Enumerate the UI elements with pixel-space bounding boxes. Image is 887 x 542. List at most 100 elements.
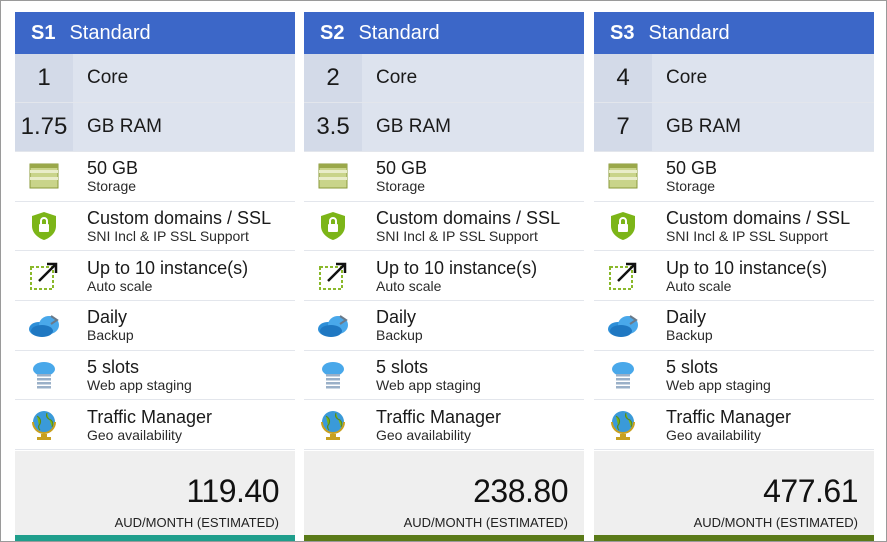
cores-value: 1 [15,54,73,102]
feature-text: Up to 10 instance(s) Auto scale [362,258,537,294]
tier-code: S1 [31,21,56,44]
cores-label: Core [666,67,708,88]
feature-title: 50 GB [666,158,718,179]
tier-footer-bar [304,535,584,541]
tier-name: Standard [648,21,730,44]
feature-row: 5 slots Web app staging [594,350,874,401]
feature-title: 5 slots [666,357,719,378]
feature-subtitle: Storage [666,178,716,195]
feature-subtitle: Storage [376,178,426,195]
feature-row: Up to 10 instance(s) Auto scale [594,251,874,302]
ram-value: 7 [594,103,652,151]
feature-text: Up to 10 instance(s) Auto scale [652,258,827,294]
ssl-shield-icon [304,202,362,251]
feature-text: 5 slots Web app staging [73,357,192,393]
feature-text: Custom domains / SSL SNI Incl & IP SSL Su… [362,208,560,244]
tier-card-s1[interactable]: S1 Standard 1 Core 1.75 GB RAM 50 GB Stor… [15,12,295,541]
price-unit: AUD/MONTH (ESTIMATED) [114,515,279,530]
feature-text: Traffic Manager Geo availability [73,407,212,443]
tier-card-s2[interactable]: S2 Standard 2 Core 3.5 GB RAM 50 GB Stora… [304,12,584,541]
cores-row: 4 Core [594,54,874,103]
feature-subtitle: Backup [376,327,423,344]
feature-subtitle: Web app staging [87,377,192,394]
feature-row: Custom domains / SSL SNI Incl & IP SSL Su… [304,201,584,252]
feature-row: 50 GB Storage [304,152,584,202]
autoscale-icon [304,251,362,300]
autoscale-icon [594,251,652,300]
feature-title: Up to 10 instance(s) [666,257,828,278]
ram-label: GB RAM [376,116,451,137]
feature-text: Daily Backup [73,307,134,343]
feature-subtitle: Backup [87,327,134,344]
ram-label: GB RAM [87,116,162,137]
ssl-shield-icon [15,202,73,251]
price-value: 119.40 [186,473,280,509]
feature-text: Daily Backup [652,307,713,343]
tier-header: S3 Standard [594,12,874,54]
feature-row: Up to 10 instance(s) Auto scale [304,251,584,302]
backup-cloud-icon [15,301,73,350]
ram-label: GB RAM [666,116,741,137]
globe-icon [594,400,652,449]
feature-title: 5 slots [87,357,140,378]
tier-code: S2 [320,21,345,44]
feature-row: 50 GB Storage [15,152,295,202]
autoscale-icon [15,251,73,300]
ram-value: 3.5 [304,103,362,151]
price-box: 119.40 AUD/MONTH (ESTIMATED) [15,451,295,535]
ram-row: 1.75 GB RAM [15,103,295,152]
feature-list: 50 GB Storage Custom domains / SSL SNI Incl… [15,152,295,451]
feature-row: Daily Backup [594,301,874,351]
feature-subtitle: SNI Incl & IP SSL Support [666,228,828,245]
feature-subtitle: Backup [666,327,713,344]
storage-icon [15,152,73,201]
feature-subtitle: Geo availability [376,426,471,443]
feature-row: Traffic Manager Geo availability [15,400,295,451]
feature-row: 5 slots Web app staging [304,350,584,401]
tier-code: S3 [610,21,635,44]
feature-row: Up to 10 instance(s) Auto scale [15,251,295,302]
feature-text: Traffic Manager Geo availability [362,407,501,443]
feature-title: Traffic Manager [87,406,213,427]
tier-footer-bar [15,535,295,541]
feature-title: 50 GB [376,158,428,179]
backup-cloud-icon [304,301,362,350]
feature-title: Up to 10 instance(s) [376,257,538,278]
feature-row: 5 slots Web app staging [15,350,295,401]
feature-subtitle: SNI Incl & IP SSL Support [376,228,538,245]
tier-name: Standard [69,21,151,44]
tier-header: S2 Standard [304,12,584,54]
feature-text: Up to 10 instance(s) Auto scale [73,258,248,294]
price-unit: AUD/MONTH (ESTIMATED) [693,515,858,530]
feature-row: Daily Backup [304,301,584,351]
feature-subtitle: Geo availability [87,426,182,443]
feature-row: Traffic Manager Geo availability [594,400,874,451]
feature-title: Traffic Manager [376,406,502,427]
feature-subtitle: Auto scale [666,277,732,294]
price-value: 477.61 [763,473,858,509]
ram-value: 1.75 [15,103,73,151]
price-value: 238.80 [473,473,568,509]
cores-value: 4 [594,54,652,102]
cores-value: 2 [304,54,362,102]
feature-row: Custom domains / SSL SNI Incl & IP SSL Su… [594,201,874,252]
feature-row: Traffic Manager Geo availability [304,400,584,451]
feature-text: 50 GB Storage [362,158,427,194]
staging-slots-icon [15,351,73,400]
feature-row: Custom domains / SSL SNI Incl & IP SSL Su… [15,201,295,252]
globe-icon [304,400,362,449]
storage-icon [594,152,652,201]
storage-icon [304,152,362,201]
feature-title: Custom domains / SSL [666,208,851,229]
feature-subtitle: Web app staging [376,377,481,394]
tier-card-s3[interactable]: S3 Standard 4 Core 7 GB RAM 50 GB Storage… [594,12,874,541]
tier-header: S1 Standard [15,12,295,54]
feature-text: Daily Backup [362,307,423,343]
feature-title: Daily [666,307,707,328]
feature-text: Traffic Manager Geo availability [652,407,791,443]
ram-row: 3.5 GB RAM [304,103,584,152]
feature-title: 5 slots [376,357,429,378]
feature-text: Custom domains / SSL SNI Incl & IP SSL Su… [73,208,271,244]
feature-text: 5 slots Web app staging [362,357,481,393]
feature-list: 50 GB Storage Custom domains / SSL SNI Incl… [304,152,584,451]
